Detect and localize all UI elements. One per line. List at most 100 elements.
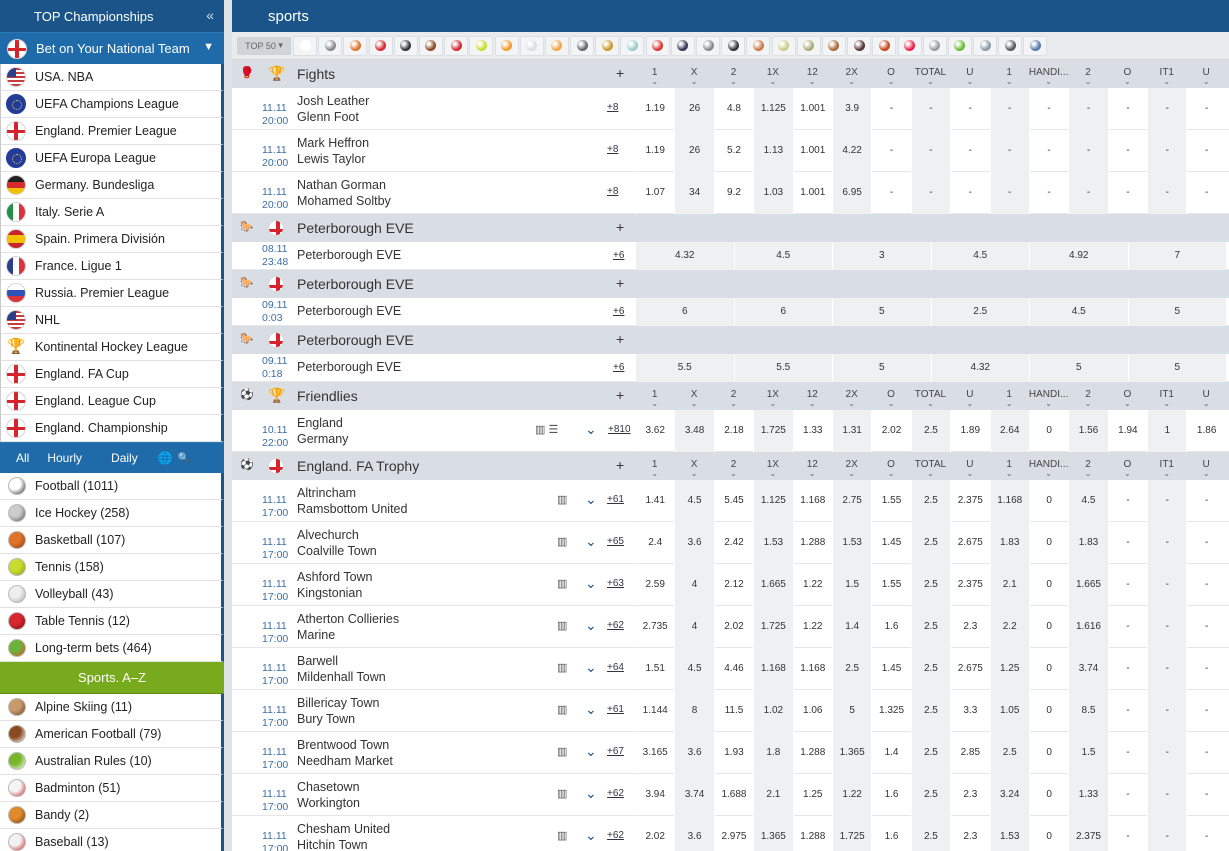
odds-column-header[interactable]: X [674, 382, 714, 417]
odds-cell[interactable]: - [1147, 816, 1187, 851]
odds-column-header[interactable]: HANDI... [1029, 382, 1069, 417]
odds-cell[interactable]: 2.5 [910, 522, 951, 564]
more-bets-link[interactable]: +65 [607, 536, 624, 547]
team-name[interactable]: Peterborough EVE [297, 248, 401, 262]
event-row[interactable]: 11.11 17:00 Altrincham Ramsbottom United ▥ ⌄ +… [232, 480, 1229, 522]
event-row[interactable]: 11.11 17:00 Alvechurch Coalville Town ▥ ⌄ +65 2… [232, 522, 1229, 564]
odds-cell[interactable]: 2.02 [635, 816, 674, 851]
more-bets-link[interactable]: +6 [613, 362, 624, 373]
more-bets-link[interactable]: +6 [613, 250, 624, 261]
odds-cell[interactable]: - [1107, 648, 1147, 690]
tab-all[interactable]: All [16, 451, 29, 465]
odds-cell[interactable]: 2.4 [635, 522, 674, 564]
sport-filter-icon[interactable] [847, 35, 872, 56]
odds-cell[interactable]: 2.975 [713, 816, 753, 851]
more-bets-link[interactable]: +63 [607, 578, 624, 589]
odds-cell[interactable]: - [1068, 130, 1108, 172]
odds-cell[interactable]: 3.6 [674, 522, 714, 564]
sport-filter-icon[interactable] [796, 35, 821, 56]
odds-cell[interactable]: - [910, 172, 951, 214]
odds-cell[interactable]: 1.365 [831, 732, 872, 774]
odds-cell[interactable]: 26 [674, 88, 714, 130]
odds-cell[interactable]: - [1186, 480, 1225, 522]
odds-cell[interactable]: 2.735 [635, 606, 674, 648]
odds-cell[interactable]: 1.94 [1107, 410, 1147, 452]
odds-cell[interactable]: 1.41 [635, 480, 674, 522]
odds-cell[interactable]: 1.83 [1068, 522, 1108, 564]
sport-filter-icon[interactable] [998, 35, 1023, 56]
odds-cell[interactable]: - [1186, 606, 1225, 648]
sport-filter-icon[interactable] [670, 35, 695, 56]
more-bets-link[interactable]: +62 [607, 620, 624, 631]
chevron-down-icon[interactable]: ⌄ [585, 659, 597, 676]
odds-column-header[interactable]: 1 [635, 452, 675, 487]
odds-column-header[interactable]: O [1108, 452, 1148, 487]
sport-filter-icon[interactable] [293, 35, 317, 56]
team-home[interactable]: Billericay Town [297, 695, 379, 711]
odds-column-header[interactable]: O [871, 60, 911, 95]
sidebar-item-championship[interactable]: England. Championship [0, 415, 224, 442]
sport-filter-icon[interactable] [645, 35, 670, 56]
odds-cell[interactable]: 7 [1127, 242, 1226, 270]
odds-cell[interactable]: - [950, 130, 989, 172]
more-bets-link[interactable]: +6 [613, 306, 624, 317]
event-row[interactable]: 11.11 17:00 Ashford Town Kingstonian ▥ ⌄ +63 2.… [232, 564, 1229, 606]
odds-column-header[interactable]: 2 [1068, 382, 1108, 417]
sport-filter-icon[interactable] [746, 35, 771, 56]
sport-filter-icon[interactable] [418, 35, 443, 56]
odds-column-header[interactable]: 1X [753, 452, 793, 487]
odds-cell[interactable]: 2.85 [950, 732, 989, 774]
sidebar-item-sport[interactable]: Tennis (158) [0, 554, 224, 581]
chevron-down-icon[interactable]: ⌄ [585, 491, 597, 508]
sports-az-header[interactable]: Sports. A–Z [0, 662, 224, 694]
expand-group-button[interactable]: + [616, 387, 624, 403]
expand-group-button[interactable]: + [616, 457, 624, 473]
odds-cell[interactable]: 6 [635, 298, 734, 326]
odds-cell[interactable]: - [1186, 522, 1225, 564]
odds-cell[interactable]: 1.6 [871, 774, 910, 816]
odds-cell[interactable]: 1.03 [753, 172, 793, 214]
sidebar-item-championship[interactable]: Russia. Premier League [0, 280, 224, 307]
more-bets-link[interactable]: +62 [607, 788, 624, 799]
event-group-header[interactable]: 🐎 Peterborough EVE + [232, 326, 1229, 354]
odds-cell[interactable]: 1.53 [989, 816, 1029, 851]
event-group-header[interactable]: 🐎 Peterborough EVE + [232, 214, 1229, 242]
odds-cell[interactable]: 2.5 [910, 606, 951, 648]
sidebar-item-championship[interactable]: Spain. Primera División [0, 226, 224, 253]
odds-cell[interactable]: - [1186, 774, 1225, 816]
odds-column-header[interactable]: 2X [832, 382, 872, 417]
odds-column-header[interactable]: 1 [990, 382, 1030, 417]
odds-cell[interactable]: - [1068, 88, 1108, 130]
sidebar-item-championship[interactable]: UEFA Champions League [0, 91, 224, 118]
sidebar-item-championship[interactable]: France. Ligue 1 [0, 253, 224, 280]
odds-cell[interactable]: - [950, 172, 989, 214]
collapse-sidebar-icon[interactable]: « [206, 7, 214, 23]
odds-column-header[interactable]: U [1186, 452, 1226, 487]
odds-cell[interactable]: 4.32 [930, 354, 1029, 382]
odds-cell[interactable]: 1.325 [871, 690, 910, 732]
odds-cell[interactable]: 1 [1147, 410, 1187, 452]
event-group-header[interactable]: 🥊🏆Fights+1X21X122XOTOTALU1HANDI...2OIT1U [232, 60, 1229, 95]
odds-cell[interactable]: - [1107, 774, 1147, 816]
odds-cell[interactable]: 6.95 [831, 172, 872, 214]
sport-filter-icon[interactable] [368, 35, 393, 56]
odds-column-header[interactable]: X [674, 60, 714, 95]
odds-cell[interactable]: 1.725 [831, 816, 872, 851]
sport-filter-icon[interactable] [821, 35, 846, 56]
team-home[interactable]: Alvechurch [297, 527, 377, 543]
odds-cell[interactable]: 1.5 [831, 564, 872, 606]
odds-cell[interactable]: 2.675 [950, 648, 989, 690]
sidebar-item-championship[interactable]: NHL [0, 307, 224, 334]
odds-cell[interactable]: 5.5 [733, 354, 832, 382]
odds-cell[interactable]: 1.168 [753, 648, 793, 690]
odds-cell[interactable]: - [1107, 172, 1147, 214]
odds-cell[interactable]: 1.19 [635, 130, 674, 172]
odds-cell[interactable]: 2.375 [950, 564, 989, 606]
odds-column-header[interactable]: U [950, 452, 990, 487]
odds-cell[interactable]: 8 [674, 690, 714, 732]
odds-cell[interactable]: - [1147, 172, 1187, 214]
sport-filter-icon[interactable] [721, 35, 746, 56]
team-name[interactable]: Peterborough EVE [297, 304, 401, 318]
odds-cell[interactable]: - [910, 130, 951, 172]
odds-cell[interactable]: 3.74 [674, 774, 714, 816]
